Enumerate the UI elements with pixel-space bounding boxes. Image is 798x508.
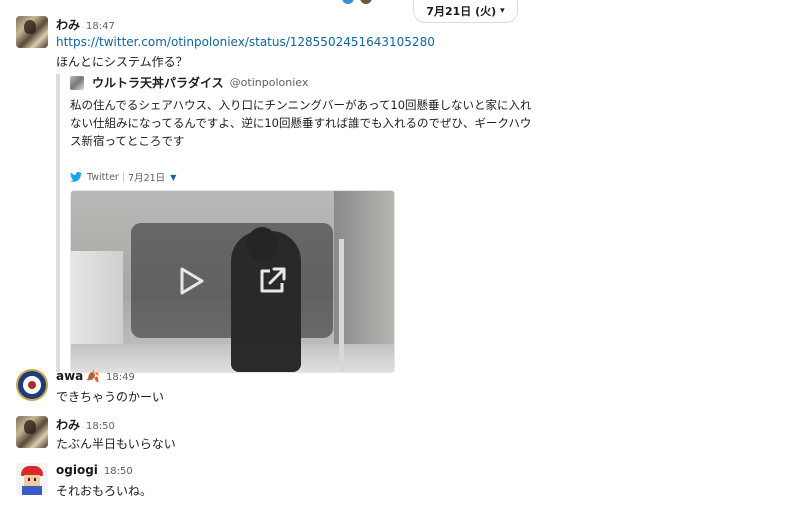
- message: awa 🍂 18:49 できちゃうのかーい: [16, 369, 786, 409]
- twitter-bird-icon: [70, 172, 82, 182]
- message: わみ 18:47 https://twitter.com/otinpolonie…: [16, 16, 786, 373]
- footer-separator: |: [121, 171, 126, 183]
- author-name[interactable]: awa: [56, 369, 83, 383]
- message: わみ 18:50 たぶん半日もいらない: [16, 416, 786, 456]
- message-text: できちゃうのかーい: [56, 390, 165, 404]
- quote-date: 7月21日: [128, 173, 166, 184]
- timestamp[interactable]: 18:49: [106, 372, 135, 383]
- avatar[interactable]: [16, 369, 48, 401]
- external-link-icon[interactable]: [254, 263, 290, 299]
- timestamp[interactable]: 18:50: [86, 421, 115, 432]
- play-icon[interactable]: [172, 263, 208, 299]
- message-text: ほんとにシステム作る？: [56, 55, 188, 69]
- message-text: たぶん半日もいらない: [56, 437, 176, 451]
- reaction-fragment-1: [342, 0, 354, 4]
- tweet-unfurl: ウルトラ天丼パラダイス @otinpoloniex 私の住んでるシェアハウス、入…: [56, 74, 616, 373]
- video-pole: [339, 239, 344, 372]
- timestamp[interactable]: 18:50: [104, 466, 133, 477]
- message-text: それおもろいね。: [56, 484, 153, 498]
- quote-handle: @otinpoloniex: [229, 76, 309, 89]
- avatar[interactable]: [16, 416, 48, 448]
- avatar[interactable]: [16, 463, 48, 495]
- chevron-down-icon: ▾: [500, 6, 505, 16]
- author-name[interactable]: わみ: [56, 16, 80, 33]
- quote-author[interactable]: ウルトラ天丼パラダイス: [92, 74, 224, 91]
- caret-down-icon[interactable]: ▼: [170, 173, 176, 182]
- author-name[interactable]: わみ: [56, 416, 80, 433]
- quote-avatar: [70, 75, 84, 90]
- video-preview[interactable]: [70, 190, 395, 373]
- status-emoji: 🍂: [86, 370, 100, 383]
- quote-body: 私の住んでるシェアハウス、入り口にチンニングバーがあって10回懸垂しないと家に入…: [70, 98, 532, 148]
- quote-source: Twitter: [87, 171, 119, 183]
- reaction-fragment-2: [360, 0, 372, 4]
- timestamp[interactable]: 18:47: [86, 21, 115, 32]
- avatar[interactable]: [16, 16, 48, 48]
- tweet-link[interactable]: https://twitter.com/otinpoloniex/status/…: [56, 35, 435, 49]
- author-name[interactable]: ogiogi: [56, 463, 98, 477]
- message: ogiogi 18:50 それおもろいね。: [16, 463, 786, 503]
- video-controls-overlay: [131, 223, 333, 338]
